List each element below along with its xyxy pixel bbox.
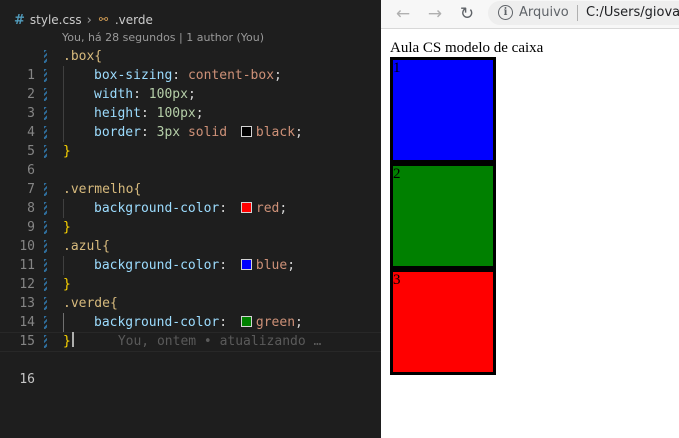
- line-number: 16: [19, 372, 35, 387]
- property-value: blue: [255, 258, 288, 273]
- code-editor[interactable]: # style.css › ⚯ .verde You, há 28 segund…: [0, 0, 381, 438]
- color-swatch-red[interactable]: [240, 202, 252, 213]
- property-value: green: [255, 315, 296, 330]
- git-change-marker[interactable]: [44, 107, 47, 120]
- address-bar[interactable]: i Arquivo C:/Users/giova: [488, 1, 679, 25]
- property-value: solid: [187, 125, 228, 140]
- box-label: 3: [393, 272, 401, 288]
- code-line[interactable]: 3 width: 100px;: [0, 85, 381, 121]
- code-area[interactable]: 1 .box{ 2 box-sizing: content-box; 3 wid…: [0, 47, 381, 387]
- selector-vermelho: .vermelho{: [63, 182, 142, 197]
- code-line[interactable]: 7: [0, 161, 381, 197]
- breadcrumb-file[interactable]: style.css: [30, 13, 82, 27]
- code-line[interactable]: 14 .verde{: [0, 294, 381, 330]
- git-change-marker[interactable]: [44, 202, 47, 215]
- css-file-icon: #: [14, 12, 25, 28]
- property-value: 100px: [148, 87, 188, 102]
- closing-brace: }: [63, 144, 71, 159]
- property-name: height: [94, 106, 141, 121]
- property-value: black: [255, 125, 296, 140]
- color-swatch-blue[interactable]: [240, 259, 252, 270]
- git-change-marker[interactable]: [44, 50, 47, 63]
- code-line[interactable]: 13 }: [0, 275, 381, 311]
- codelens-blame[interactable]: You, há 28 segundos | 1 author (You): [62, 31, 264, 44]
- property-value: 3px: [156, 125, 181, 140]
- git-change-marker[interactable]: [44, 145, 47, 158]
- chevron-right-icon: ›: [86, 12, 92, 28]
- git-change-marker[interactable]: [44, 126, 47, 139]
- git-change-marker[interactable]: [44, 69, 47, 82]
- breadcrumb: # style.css › ⚯ .verde: [14, 11, 153, 29]
- git-change-marker[interactable]: [44, 259, 47, 272]
- selector-verde: .verde{: [63, 296, 118, 311]
- git-change-marker[interactable]: [44, 221, 47, 234]
- protocol-label: Arquivo: [519, 5, 569, 20]
- code-line[interactable]: 12 background-color: blue;: [0, 256, 381, 292]
- property-name: box-sizing: [94, 68, 173, 83]
- selector-azul: .azul{: [63, 239, 110, 254]
- page-heading: Aula CS modelo de caixa: [390, 40, 544, 56]
- property-value: 100px: [156, 106, 196, 121]
- selector-icon: ⚯: [98, 13, 109, 26]
- property-name: background-color: [94, 315, 220, 330]
- git-change-marker[interactable]: [44, 297, 47, 310]
- closing-brace: }: [63, 220, 71, 235]
- code-line[interactable]: 15 background-color: green;: [0, 313, 381, 349]
- box-label: 2: [393, 166, 401, 182]
- git-change-marker[interactable]: [44, 88, 47, 101]
- property-value: content-box: [187, 68, 275, 83]
- text-cursor: [71, 332, 74, 347]
- browser-toolbar: ← → ↻ i Arquivo C:/Users/giova: [381, 0, 679, 29]
- code-line[interactable]: 8 .vermelho{: [0, 180, 381, 216]
- box-blue: 1: [390, 57, 496, 163]
- box-red: 3: [390, 269, 496, 375]
- code-line[interactable]: 2 box-sizing: content-box;: [0, 66, 381, 102]
- color-swatch-green[interactable]: [240, 316, 252, 327]
- back-arrow-icon[interactable]: ←: [392, 3, 414, 25]
- git-change-marker[interactable]: [44, 183, 47, 196]
- browser-window: ← → ↻ i Arquivo C:/Users/giova Aula CS m…: [381, 0, 679, 438]
- property-value: red: [255, 201, 280, 216]
- git-change-marker[interactable]: [44, 278, 47, 291]
- property-name: background-color: [94, 201, 220, 216]
- divider: [577, 5, 578, 21]
- code-line[interactable]: 11 .azul{: [0, 237, 381, 273]
- closing-brace: }: [63, 334, 71, 349]
- inline-blame: You, ontem • atualizando …: [117, 334, 322, 349]
- breadcrumb-symbol[interactable]: .verde: [115, 13, 153, 27]
- property-name: border: [94, 125, 141, 140]
- box-label: 1: [393, 60, 401, 76]
- git-change-marker[interactable]: [44, 316, 47, 329]
- url-text[interactable]: C:/Users/giova: [586, 5, 679, 20]
- closing-brace: }: [63, 277, 71, 292]
- reload-icon[interactable]: ↻: [456, 3, 478, 25]
- page-content: Aula CS modelo de caixa 1 2 3: [390, 40, 543, 375]
- box-green: 2: [390, 163, 496, 269]
- code-line[interactable]: 6 }: [0, 142, 381, 178]
- code-line[interactable]: 1 .box{: [0, 47, 381, 83]
- code-line[interactable]: 9 background-color: red;: [0, 199, 381, 235]
- code-line-current[interactable]: 16 } You, ontem • atualizando …: [0, 332, 381, 387]
- property-name: background-color: [94, 258, 220, 273]
- forward-arrow-icon[interactable]: →: [424, 3, 446, 25]
- git-change-marker[interactable]: [44, 335, 47, 348]
- color-swatch-black[interactable]: [240, 126, 252, 137]
- code-line[interactable]: 5 border: 3px solid black;: [0, 123, 381, 159]
- property-name: width: [94, 87, 134, 102]
- code-line[interactable]: 10 }: [0, 218, 381, 254]
- git-change-marker[interactable]: [44, 240, 47, 253]
- selector-box: .box{: [63, 49, 103, 64]
- code-line[interactable]: 4 height: 100px;: [0, 104, 381, 140]
- info-icon[interactable]: i: [498, 5, 513, 20]
